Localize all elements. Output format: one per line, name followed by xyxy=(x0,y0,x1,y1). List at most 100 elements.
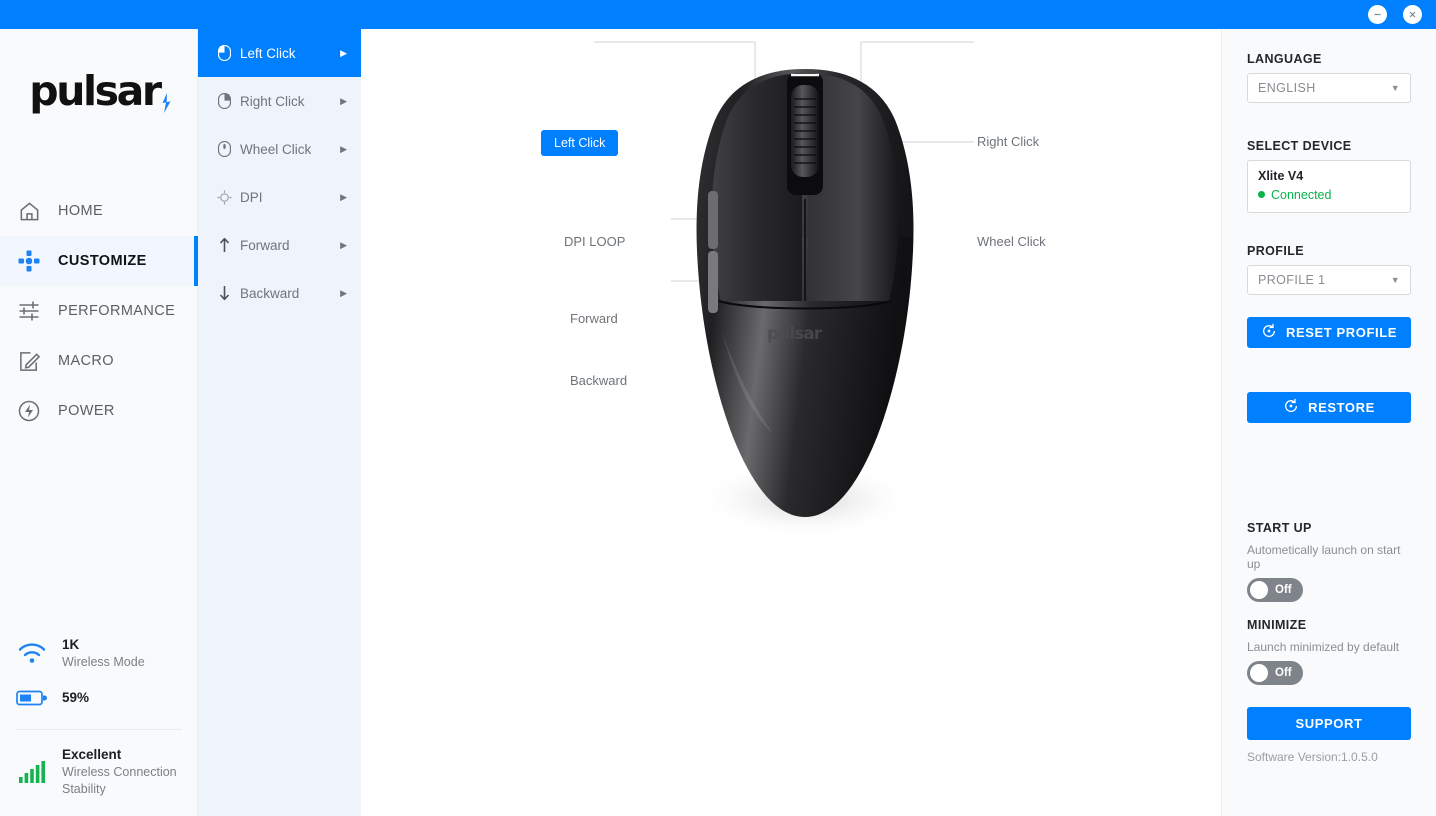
status-dot-icon xyxy=(1258,191,1265,199)
button-item-label: Wheel Click xyxy=(240,141,312,157)
logo-text: pulsar xyxy=(29,67,162,115)
language-value: ENGLISH xyxy=(1258,81,1316,95)
button-item-label: Left Click xyxy=(240,45,296,61)
profile-value: PROFILE 1 xyxy=(1258,273,1326,288)
connection-stability-row: Excellent Wireless Connection Stability xyxy=(16,746,182,798)
button-item-right-click[interactable]: Right Click ▶ xyxy=(198,77,361,125)
callout-forward[interactable]: Forward xyxy=(570,311,618,326)
language-select[interactable]: ENGLISH ▼ xyxy=(1247,73,1411,103)
sidebar-item-label: PERFORMANCE xyxy=(58,303,176,319)
customize-button-list: Left Click ▶ Right Click ▶ Wheel Click ▶ xyxy=(198,29,361,816)
callout-backward[interactable]: Backward xyxy=(570,373,627,388)
mouse-wheel-icon xyxy=(216,141,232,157)
arrow-down-icon xyxy=(216,285,232,301)
profile-select[interactable]: PROFILE 1 ▼ xyxy=(1247,265,1411,296)
wifi-icon xyxy=(16,641,48,665)
startup-toggle-label: Off xyxy=(1275,584,1292,597)
callout-left-click[interactable]: Left Click xyxy=(541,130,619,156)
mouse-left-icon xyxy=(216,45,232,61)
device-status-text: Connected xyxy=(1271,187,1332,202)
reset-profile-button[interactable]: RESET PROFILE xyxy=(1247,317,1411,349)
sidebar-item-label: MACRO xyxy=(58,353,114,369)
sidebar: pulsar HOME CUSTOMIZE PERFORMANCE MACRO … xyxy=(0,29,198,816)
app-window: pulsar HOME CUSTOMIZE PERFORMANCE MACRO … xyxy=(0,0,1436,816)
button-item-forward[interactable]: Forward ▶ xyxy=(198,221,361,269)
chevron-down-icon: ▼ xyxy=(1390,275,1400,286)
reset-icon xyxy=(1261,323,1277,342)
button-item-wheel-click[interactable]: Wheel Click ▶ xyxy=(198,125,361,173)
battery-row: 59% xyxy=(16,689,182,707)
sidebar-item-power[interactable]: POWER xyxy=(0,386,197,436)
restore-label: RESTORE xyxy=(1308,400,1375,416)
minimize-description: Launch minimized by default xyxy=(1247,640,1400,655)
dpad-icon xyxy=(16,248,42,274)
callout-wheel-click[interactable]: Wheel Click xyxy=(977,234,1046,249)
callout-right-click[interactable]: Right Click xyxy=(977,134,1039,149)
sidebar-item-label: HOME xyxy=(58,203,104,219)
sidebar-item-macro[interactable]: MACRO xyxy=(0,336,197,386)
svg-text:pulsar: pulsar xyxy=(767,324,823,344)
stability-label: Wireless Connection Stability xyxy=(62,765,177,797)
device-name: Xlite V4 xyxy=(1258,169,1304,183)
button-item-backward[interactable]: Backward ▶ xyxy=(198,269,361,317)
logo-spark-icon xyxy=(160,93,172,113)
close-icon xyxy=(1409,11,1416,18)
mouse-illustration: pulsar xyxy=(594,41,974,539)
sidebar-item-label: CUSTOMIZE xyxy=(58,253,147,269)
sidebar-item-home[interactable]: HOME xyxy=(0,186,197,236)
device-card[interactable]: Xlite V4 Connected xyxy=(1247,160,1411,214)
profile-title: PROFILE xyxy=(1247,244,1304,259)
restore-icon xyxy=(1283,398,1299,417)
sidebar-item-label: POWER xyxy=(58,403,115,419)
chevron-right-icon: ▶ xyxy=(340,95,347,106)
home-icon xyxy=(16,198,42,224)
sidebar-item-performance[interactable]: PERFORMANCE xyxy=(0,286,197,336)
close-button[interactable] xyxy=(1403,5,1422,24)
chevron-right-icon: ▶ xyxy=(340,143,347,154)
support-button[interactable]: SUPPORT xyxy=(1247,707,1411,741)
mouse-right-icon xyxy=(216,93,232,109)
minimize-toggle-label: Off xyxy=(1275,667,1292,680)
status-divider xyxy=(16,729,182,731)
software-version: Software Version:1.0.5.0 xyxy=(1247,750,1378,765)
title-bar xyxy=(0,0,1436,29)
minimize-toggle[interactable]: Off xyxy=(1247,661,1303,686)
battery-icon xyxy=(16,689,48,707)
pencil-square-icon xyxy=(16,348,42,374)
battery-percent-value: 59% xyxy=(62,689,90,705)
main-navigation: HOME CUSTOMIZE PERFORMANCE MACRO POWER xyxy=(0,186,198,436)
app-logo: pulsar xyxy=(0,29,197,154)
sliders-icon xyxy=(16,298,42,324)
stability-value: Excellent xyxy=(62,747,122,763)
power-icon xyxy=(16,398,42,424)
chevron-down-icon: ▼ xyxy=(1390,83,1400,93)
support-label: SUPPORT xyxy=(1295,716,1363,732)
arrow-up-icon xyxy=(216,237,232,253)
button-item-dpi[interactable]: DPI ▶ xyxy=(198,173,361,221)
minimize-icon xyxy=(1374,13,1381,16)
minimize-button[interactable] xyxy=(1368,5,1387,24)
callout-dpi-loop[interactable]: DPI LOOP xyxy=(564,234,625,249)
startup-toggle[interactable]: Off xyxy=(1247,578,1303,603)
button-item-label: Forward xyxy=(240,237,290,253)
settings-panel: LANGUAGE ENGLISH ▼ SELECT DEVICE Xlite V… xyxy=(1221,29,1436,816)
button-item-label: Right Click xyxy=(240,93,305,109)
startup-description: Autometically launch on start up xyxy=(1247,543,1401,572)
sidebar-item-customize[interactable]: CUSTOMIZE xyxy=(0,236,198,286)
language-title: LANGUAGE xyxy=(1247,52,1322,66)
crosshair-icon xyxy=(216,189,232,205)
button-item-left-click[interactable]: Left Click ▶ xyxy=(198,29,361,77)
signal-bars-icon xyxy=(16,760,48,784)
chevron-right-icon: ▶ xyxy=(340,47,347,58)
wireless-polling-value: 1K xyxy=(62,636,80,652)
select-device-title: SELECT DEVICE xyxy=(1247,139,1352,153)
device-connection-status: Connected xyxy=(1258,186,1400,205)
chevron-right-icon: ▶ xyxy=(340,287,347,298)
restore-button[interactable]: RESTORE xyxy=(1247,392,1411,424)
reset-profile-label: RESET PROFILE xyxy=(1285,325,1398,341)
chevron-right-icon: ▶ xyxy=(340,239,347,250)
button-item-label: Backward xyxy=(240,285,300,301)
toggle-knob xyxy=(1250,581,1268,600)
device-status-summary: 1K Wireless Mode 59% Excellent Wireless … xyxy=(0,636,198,808)
toggle-knob xyxy=(1250,664,1268,683)
